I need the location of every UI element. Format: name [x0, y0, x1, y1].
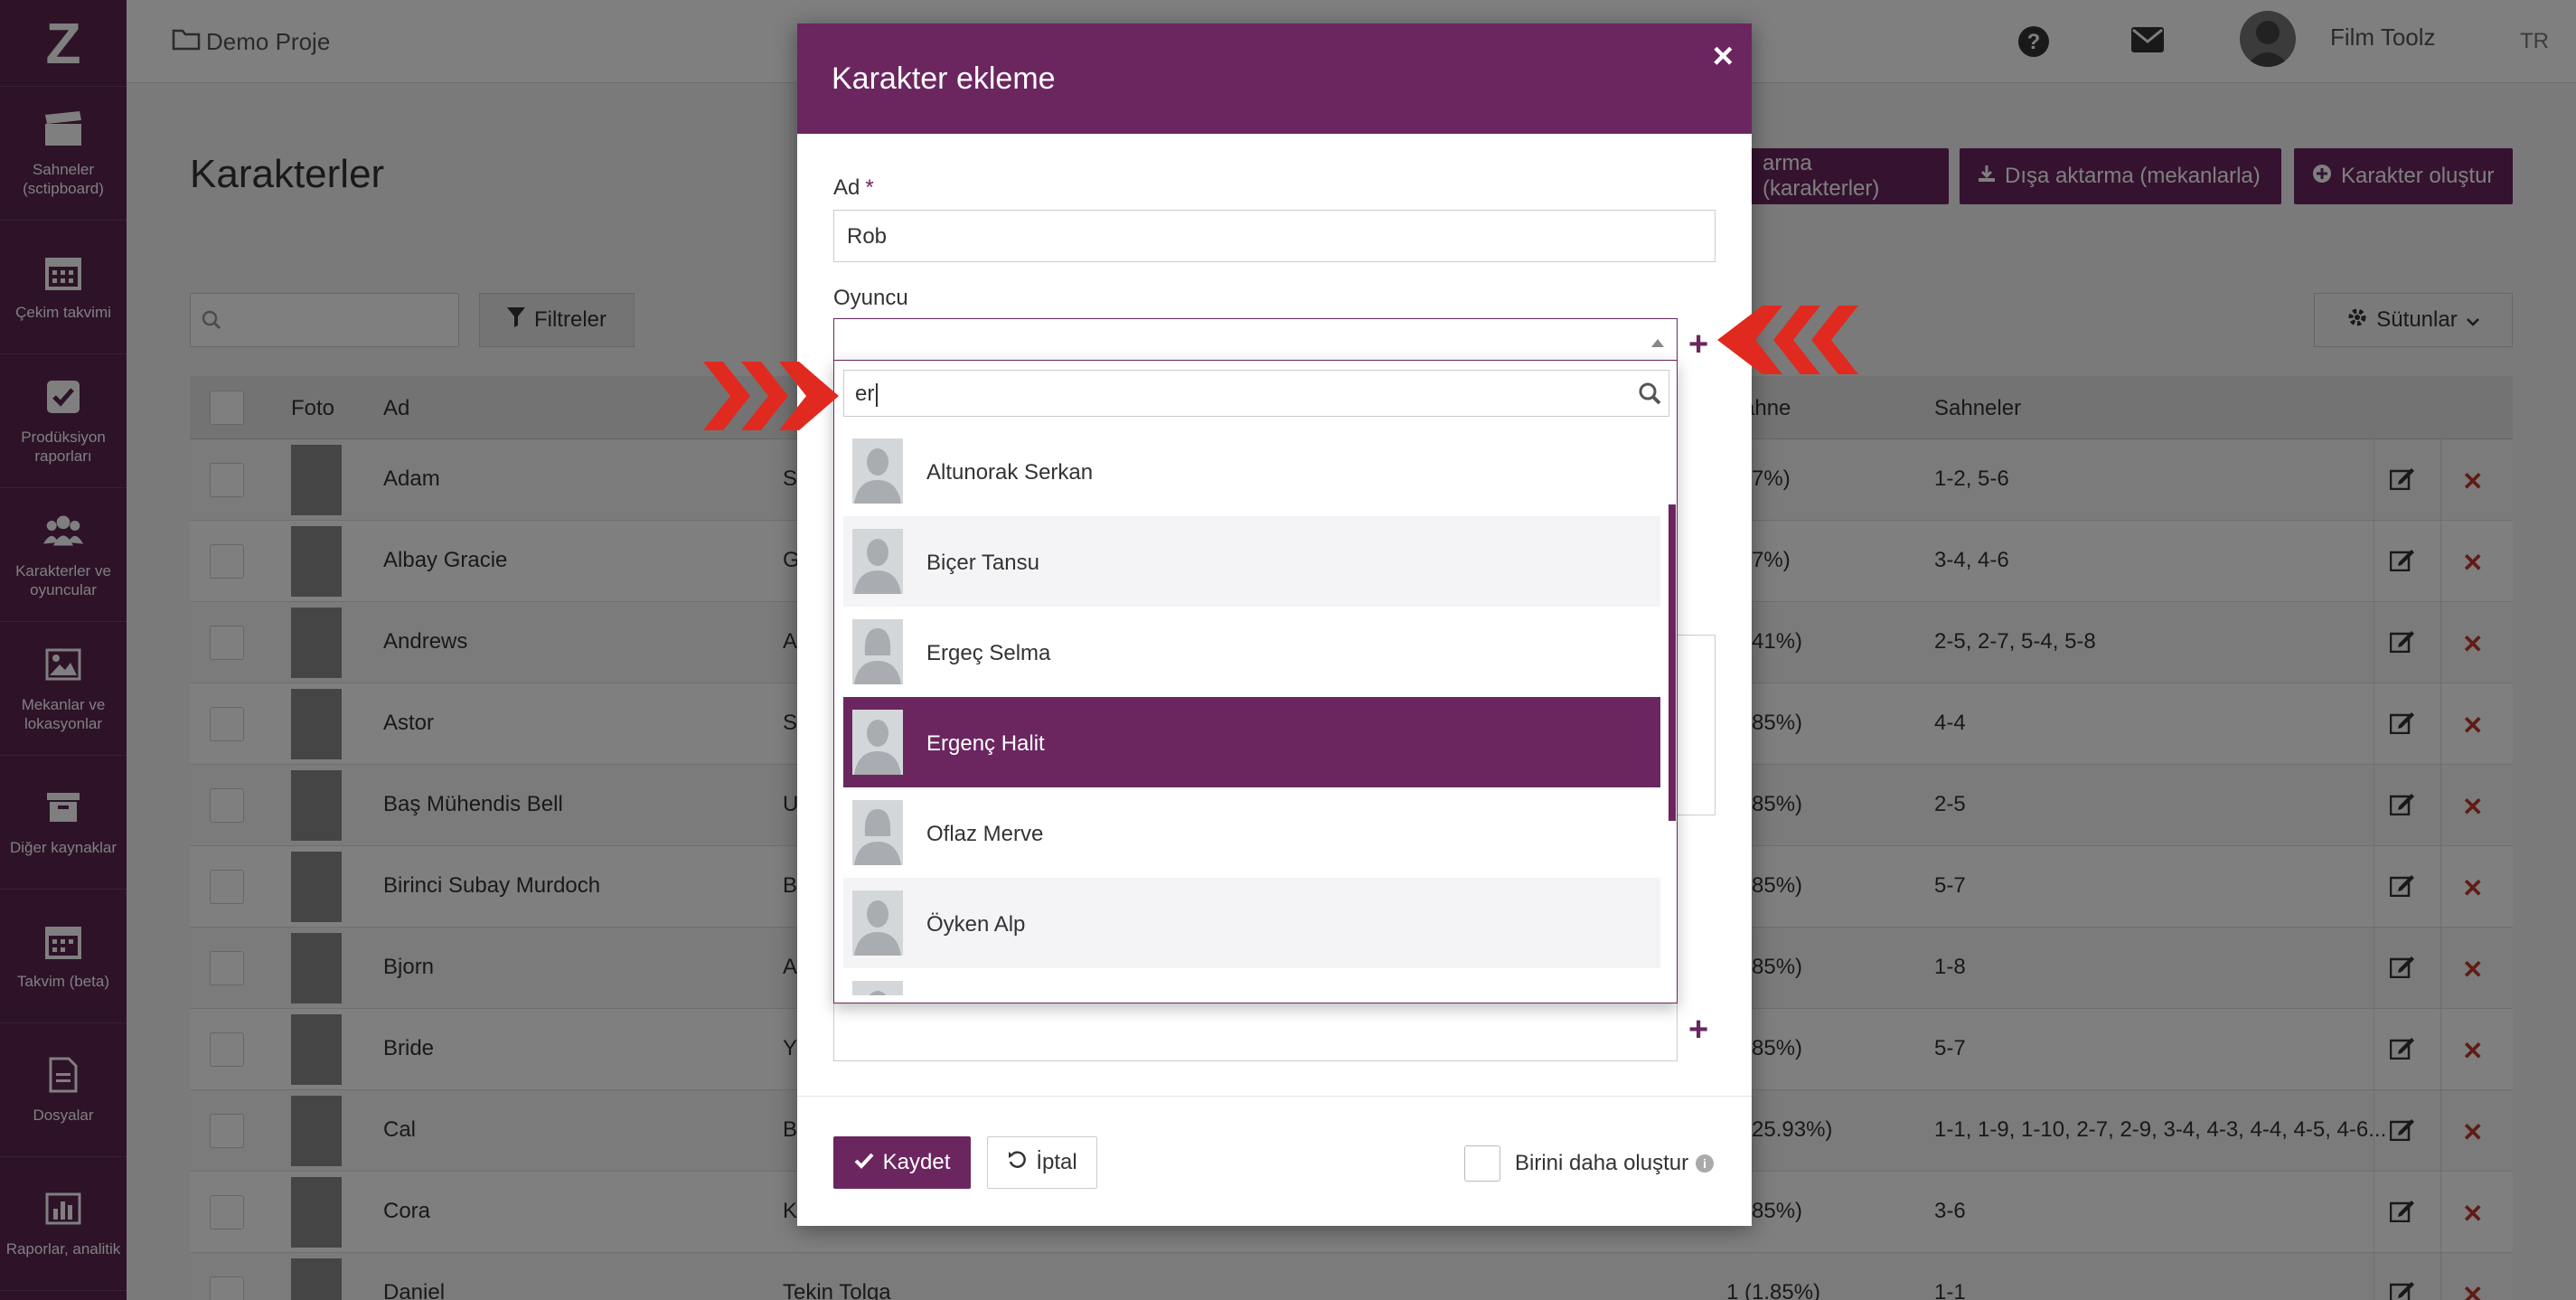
cancel-label: İptal — [1036, 1150, 1077, 1174]
add-extra-button[interactable]: + — [1688, 1011, 1708, 1050]
option-label: Ergenç Halit — [926, 731, 1045, 756]
modal-header: Karakter ekleme × — [797, 24, 1752, 134]
modal-title: Karakter ekleme — [832, 61, 1056, 96]
name-field[interactable]: Rob — [833, 210, 1716, 262]
check-icon — [854, 1150, 874, 1175]
dropdown-option[interactable]: Altunorak Serkan — [843, 426, 1660, 516]
male-avatar-icon — [852, 981, 903, 995]
male-avatar-icon — [852, 890, 903, 956]
search-icon — [1638, 382, 1661, 411]
cancel-button[interactable]: İptal — [987, 1136, 1097, 1189]
save-button[interactable]: Kaydet — [833, 1136, 971, 1189]
option-label: Biçer Tansu — [926, 551, 1039, 575]
dropdown-option[interactable] — [843, 968, 1660, 995]
female-avatar-icon — [852, 619, 903, 684]
dropdown-scrollbar[interactable] — [1669, 504, 1676, 821]
dropdown-search-input[interactable]: er — [843, 370, 1669, 417]
dropdown-option[interactable]: Oflaz Merve — [843, 787, 1660, 878]
close-button[interactable]: × — [1713, 36, 1734, 77]
extra-select[interactable] — [833, 1000, 1678, 1061]
male-avatar-icon — [852, 438, 903, 504]
dropdown-option[interactable]: Ergenç Halit — [843, 697, 1660, 787]
chevron-up-icon — [1651, 339, 1664, 347]
dropdown-option[interactable]: Biçer Tansu — [843, 516, 1660, 607]
actor-dropdown: er Altunorak Serkan Biçer Tansu Ergeç Selm… — [833, 360, 1678, 1003]
option-label: Altunorak Serkan — [926, 460, 1094, 485]
male-avatar-icon — [852, 529, 903, 594]
name-label: Ad * — [833, 175, 874, 200]
required-mark: * — [865, 175, 874, 200]
male-avatar-icon — [852, 710, 903, 775]
annotation-arrow-right — [703, 362, 839, 435]
info-icon[interactable]: i — [1696, 1154, 1715, 1173]
option-label: Ergeç Selma — [926, 641, 1051, 665]
dropdown-options: Altunorak Serkan Biçer Tansu Ergeç Selma Er… — [843, 426, 1660, 995]
dropdown-option[interactable]: Ergeç Selma — [843, 607, 1660, 697]
actor-label: Oyuncu — [833, 286, 908, 310]
option-label: Oflaz Merve — [926, 822, 1044, 846]
add-actor-button[interactable]: + — [1688, 325, 1708, 364]
option-label: Öyken Alp — [926, 912, 1026, 937]
female-avatar-icon — [852, 800, 903, 865]
dropdown-option[interactable]: Öyken Alp — [843, 878, 1660, 968]
save-label: Kaydet — [882, 1150, 951, 1174]
annotation-arrow-left — [1717, 306, 1858, 379]
modal-footer: Kaydet İptal Birini daha oluştur i — [797, 1096, 1752, 1226]
create-another-label: Birini daha oluştur i — [1515, 1151, 1715, 1176]
undo-icon — [1007, 1150, 1027, 1176]
create-another-checkbox[interactable] — [1464, 1145, 1500, 1182]
